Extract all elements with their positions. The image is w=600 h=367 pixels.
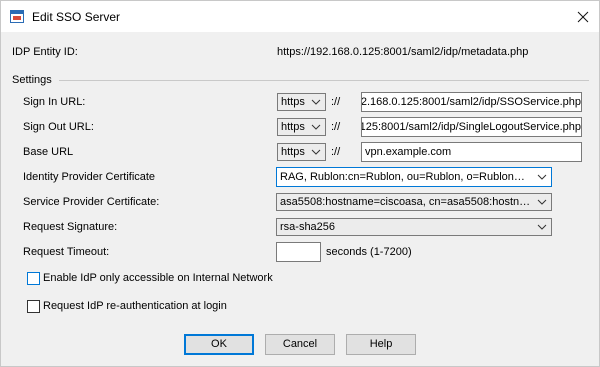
request-timeout-label: Request Timeout: bbox=[23, 246, 110, 258]
chevron-down-icon bbox=[311, 124, 321, 130]
sign-out-url-label: Sign Out URL: bbox=[23, 121, 94, 133]
chevron-down-icon bbox=[311, 149, 321, 155]
reauth-checkbox[interactable] bbox=[27, 300, 40, 313]
chevron-down-icon bbox=[537, 174, 547, 180]
reauth-label: Request IdP re-authentication at login bbox=[43, 300, 227, 312]
request-signature-label: Request Signature: bbox=[23, 221, 118, 233]
sp-certificate-value: asa5508:hostname=ciscoasa, cn=asa5508:ho… bbox=[280, 196, 531, 208]
sign-in-scheme-value: https bbox=[281, 96, 305, 108]
sign-in-scheme-select[interactable]: https bbox=[277, 93, 326, 111]
sp-certificate-label: Service Provider Certificate: bbox=[23, 196, 160, 208]
edit-sso-server-dialog: Edit SSO Server IDP Entity ID: https://1… bbox=[0, 0, 600, 367]
internal-network-label: Enable IdP only accessible on Internal N… bbox=[43, 272, 273, 284]
cancel-button[interactable]: Cancel bbox=[265, 334, 335, 355]
base-url-scheme-value: https bbox=[281, 146, 305, 158]
sign-in-url-label: Sign In URL: bbox=[23, 96, 86, 108]
sign-in-url-value: 192.168.0.125:8001/saml2/idp/SSOService.… bbox=[361, 96, 581, 108]
internal-network-checkbox[interactable] bbox=[27, 272, 40, 285]
sign-out-scheme-separator: :// bbox=[331, 121, 341, 133]
request-timeout-unit: seconds (1-7200) bbox=[326, 246, 412, 258]
help-button[interactable]: Help bbox=[346, 334, 416, 355]
idp-certificate-label: Identity Provider Certificate bbox=[23, 171, 156, 183]
chevron-down-icon bbox=[311, 99, 321, 105]
base-url-scheme-select[interactable]: https bbox=[277, 143, 326, 161]
close-icon[interactable] bbox=[571, 6, 595, 28]
base-url-scheme-separator: :// bbox=[331, 146, 341, 158]
sign-out-scheme-select[interactable]: https bbox=[277, 118, 326, 136]
sign-out-scheme-value: https bbox=[281, 121, 305, 133]
sign-out-url-value: 192.168.0.125:8001/saml2/idp/SingleLogou… bbox=[362, 121, 581, 133]
sign-in-scheme-separator: :// bbox=[331, 96, 341, 108]
idp-entity-id-label: IDP Entity ID: bbox=[12, 46, 78, 58]
sp-certificate-select[interactable]: asa5508:hostname=ciscoasa, cn=asa5508:ho… bbox=[276, 193, 552, 211]
sign-out-url-input[interactable]: 192.168.0.125:8001/saml2/idp/SingleLogou… bbox=[361, 117, 582, 137]
base-url-label: Base URL bbox=[23, 146, 74, 158]
sign-in-url-input[interactable]: 192.168.0.125:8001/saml2/idp/SSOService.… bbox=[361, 92, 582, 112]
request-timeout-input[interactable] bbox=[276, 242, 321, 262]
app-icon bbox=[10, 10, 24, 23]
idp-entity-id-value: https://192.168.0.125:8001/saml2/idp/met… bbox=[277, 46, 529, 58]
settings-divider bbox=[59, 80, 589, 81]
base-url-input[interactable]: vpn.example.com bbox=[361, 142, 582, 162]
request-signature-value: rsa-sha256 bbox=[280, 221, 336, 233]
title-bar: Edit SSO Server bbox=[1, 1, 599, 32]
window-title: Edit SSO Server bbox=[32, 10, 121, 24]
base-url-value: vpn.example.com bbox=[365, 146, 452, 158]
ok-button[interactable]: OK bbox=[184, 334, 254, 355]
idp-certificate-select[interactable]: RAG, Rublon:cn=Rublon, ou=Rublon, o=Rubl… bbox=[276, 167, 552, 187]
request-signature-select[interactable]: rsa-sha256 bbox=[276, 218, 552, 236]
chevron-down-icon bbox=[537, 224, 547, 230]
chevron-down-icon bbox=[537, 199, 547, 205]
settings-group-label: Settings bbox=[12, 74, 52, 86]
idp-certificate-value: RAG, Rublon:cn=Rublon, ou=Rublon, o=Rubl… bbox=[280, 171, 525, 183]
